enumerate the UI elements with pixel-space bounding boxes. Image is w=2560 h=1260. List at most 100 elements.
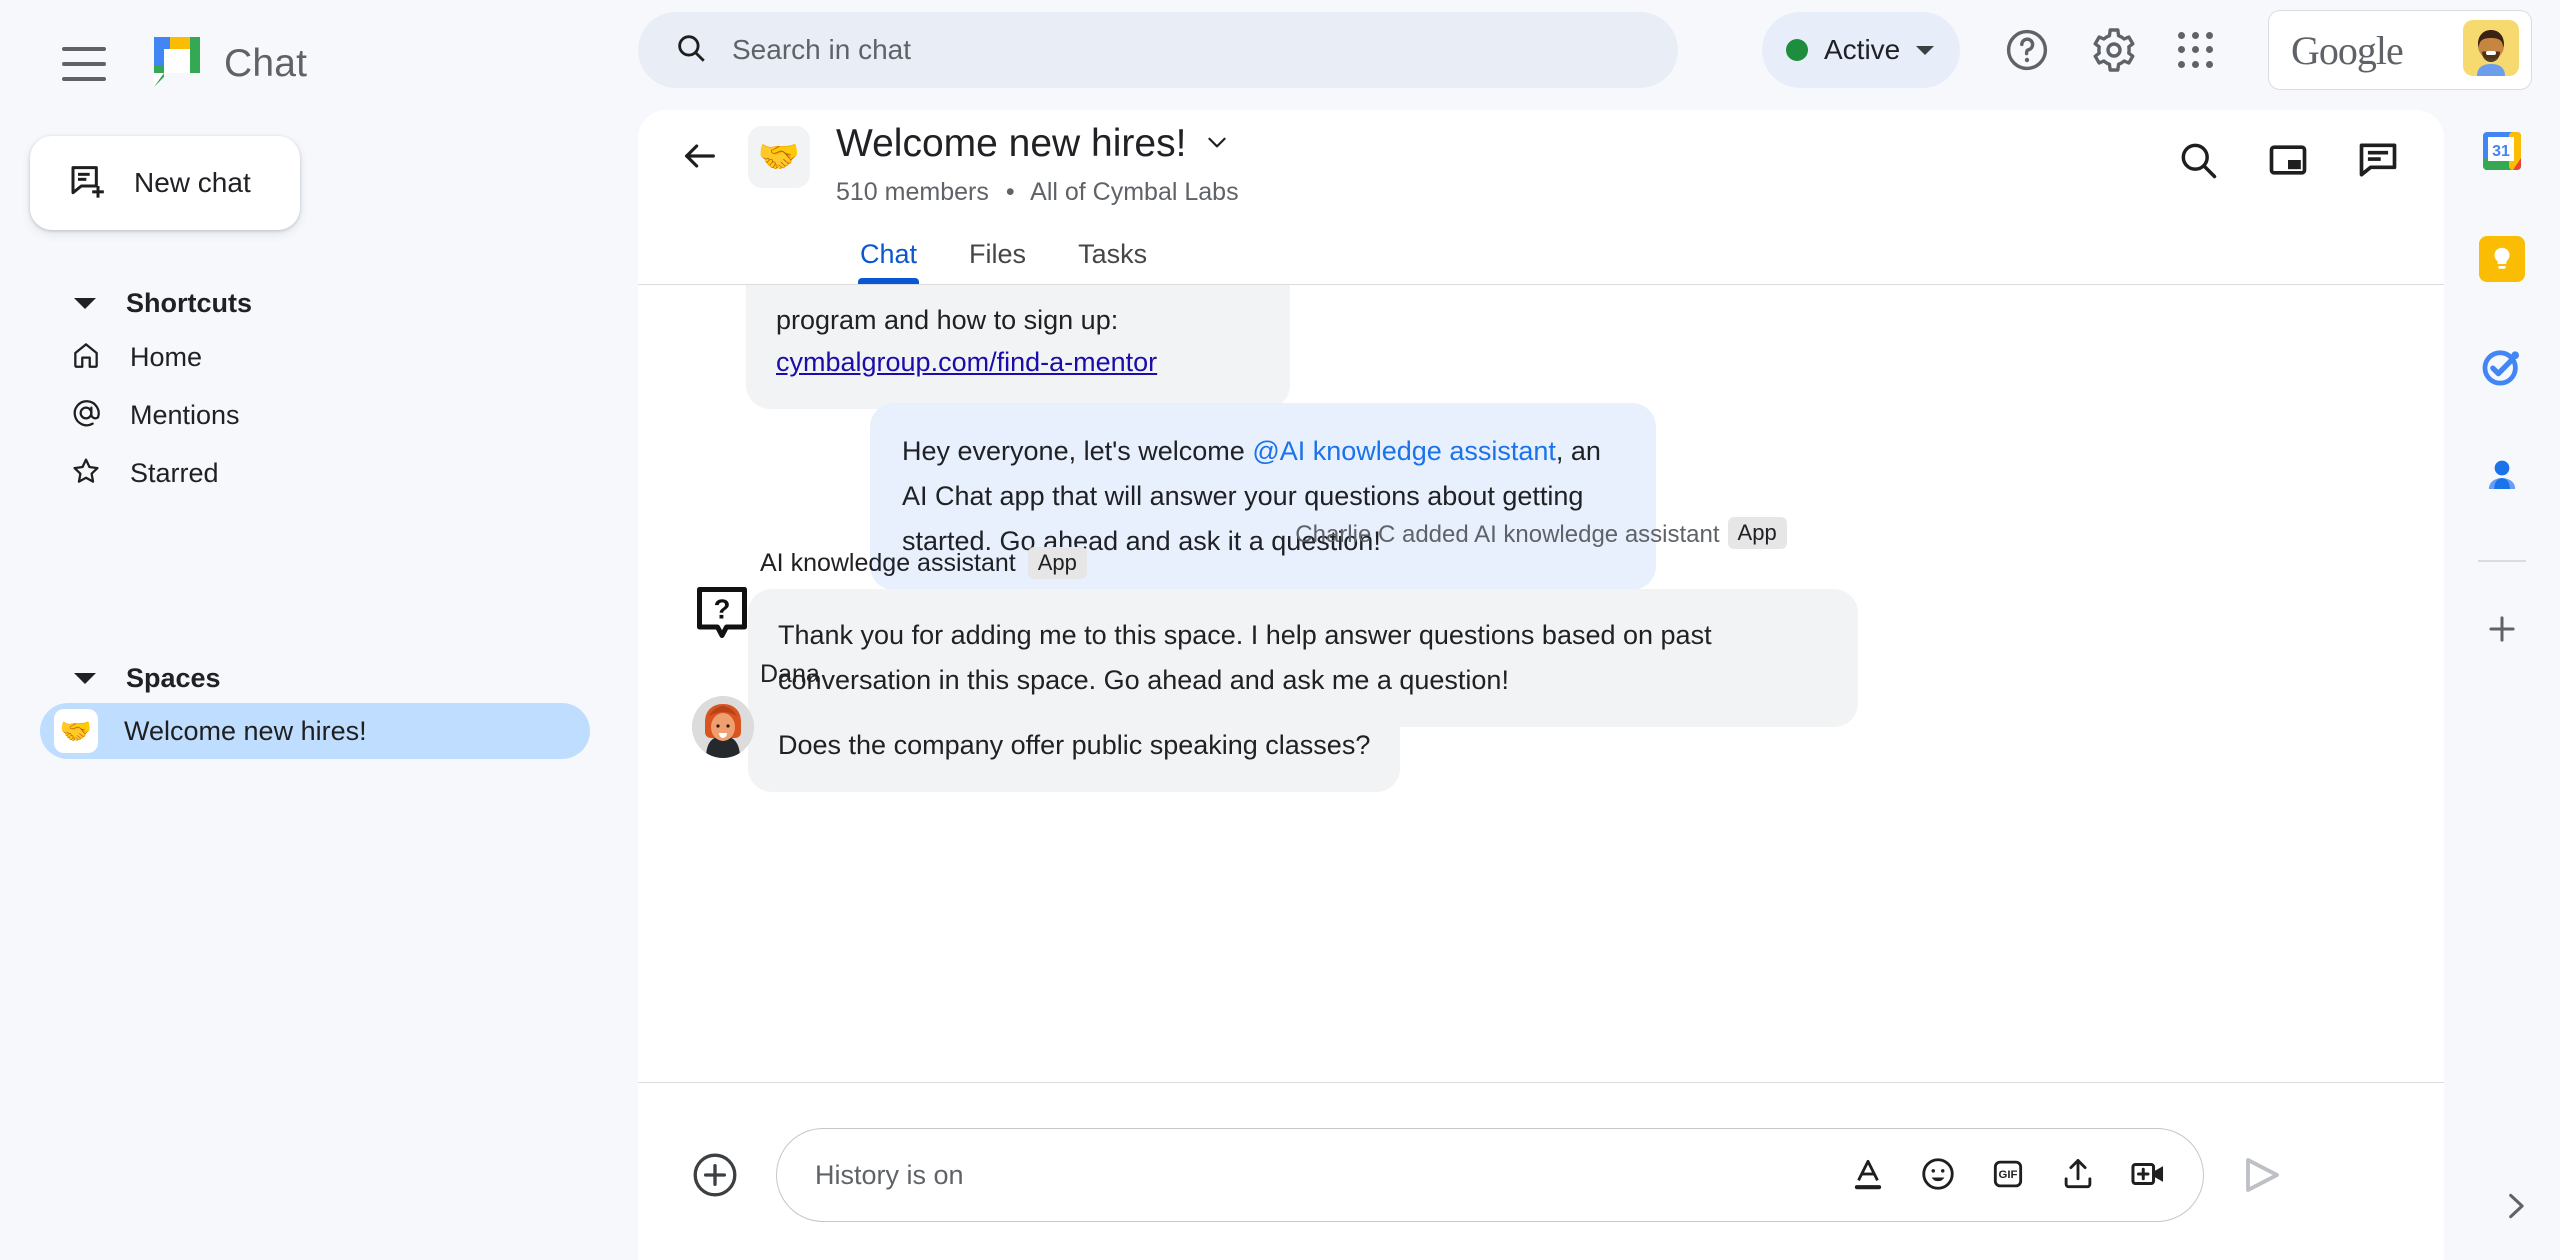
space-title-row[interactable]: Welcome new hires!: [836, 122, 1230, 166]
google-chat-window: Chat Active: [0, 0, 2560, 1260]
message-sender: Dana: [760, 660, 2444, 689]
chevron-down-icon[interactable]: [1204, 129, 1230, 160]
space-tabs: Chat Files Tasks: [638, 222, 2444, 284]
spaces-section-header[interactable]: Spaces: [0, 653, 638, 703]
plus-icon[interactable]: [2479, 606, 2525, 652]
message-bubble-clipped: program and how to sign up: cymbalgroup.…: [746, 285, 1290, 409]
sidebar-item-welcome-new-hires[interactable]: 🤝 Welcome new hires!: [40, 703, 590, 759]
status-dot-icon: [1786, 39, 1808, 61]
question-bubble-icon: ?: [697, 587, 747, 638]
new-chat-icon: [68, 161, 108, 206]
back-arrow-icon[interactable]: [680, 136, 720, 181]
mention-ai-knowledge-assistant[interactable]: @AI knowledge assistant: [1252, 436, 1556, 466]
google-wordmark: Google: [2291, 27, 2404, 73]
space-subtitle: 510 members • All of Cymbal Labs: [836, 178, 1239, 207]
handshake-icon: 🤝: [54, 709, 98, 753]
chevron-down-icon: [74, 672, 96, 684]
space-org: All of Cymbal Labs: [1030, 178, 1239, 206]
home-icon: [70, 339, 102, 376]
shortcuts-label: Shortcuts: [126, 287, 253, 318]
avatar: ?: [692, 583, 756, 647]
status-selector[interactable]: Active: [1762, 12, 1961, 88]
compose-toolbar: GIF: [1849, 1155, 2169, 1195]
svg-text:GIF: GIF: [1999, 1169, 2018, 1181]
app-title: Chat: [224, 42, 308, 85]
format-text-icon[interactable]: [1849, 1155, 1889, 1195]
plus-circle-icon[interactable]: [690, 1150, 740, 1200]
open-chat-thread-icon[interactable]: [2356, 138, 2400, 182]
avatar[interactable]: [2463, 19, 2519, 81]
emoji-icon[interactable]: [1919, 1155, 1959, 1195]
message-sender: AI knowledge assistant App: [760, 547, 2444, 579]
hamburger-menu-icon[interactable]: [62, 47, 106, 81]
app-badge: App: [1027, 547, 1087, 579]
message-input-box[interactable]: GIF: [776, 1128, 2204, 1222]
space-header-actions: [2176, 138, 2400, 182]
account-chip[interactable]: Google: [2268, 10, 2532, 90]
app-badge: App: [1727, 517, 1787, 549]
search-bar[interactable]: [638, 12, 1678, 88]
message-row-dana: Dana Does the company offer public speak…: [638, 660, 2444, 792]
picture-in-picture-icon[interactable]: [2266, 138, 2310, 182]
at-sign-icon: [70, 397, 102, 434]
user-avatar-dana: [692, 696, 754, 758]
google-calendar-icon[interactable]: 31: [2479, 128, 2525, 174]
send-icon[interactable]: [2238, 1151, 2286, 1199]
sender-name: AI knowledge assistant: [760, 548, 1016, 577]
new-chat-button[interactable]: New chat: [30, 136, 300, 230]
add-video-meeting-icon[interactable]: [2129, 1155, 2169, 1195]
spaces-label: Spaces: [126, 662, 221, 693]
member-count: 510 members: [836, 178, 989, 206]
message-text: Does the company offer public speaking c…: [778, 730, 1371, 760]
sidebar-item-label: Welcome new hires!: [124, 715, 367, 746]
sidebar-item-starred[interactable]: Starred: [0, 444, 638, 502]
compose-area: GIF: [638, 1110, 2444, 1240]
status-label: Active: [1824, 34, 1901, 65]
help-circle-icon[interactable]: [2003, 26, 2051, 74]
left-sidebar: New chat Shortcuts Home Mentions Starred…: [0, 128, 638, 1260]
new-chat-label: New chat: [134, 167, 251, 198]
welcome-prefix: Hey everyone, let's welcome: [902, 436, 1253, 466]
google-keep-icon[interactable]: [2479, 236, 2525, 282]
gear-icon[interactable]: [2090, 26, 2138, 74]
shortcuts-section-header[interactable]: Shortcuts: [0, 278, 638, 328]
star-icon: [70, 455, 102, 492]
tab-files[interactable]: Files: [943, 239, 1052, 284]
upload-file-icon[interactable]: [2059, 1155, 2099, 1195]
brand: Chat: [150, 35, 307, 93]
message-bubble: Does the company offer public speaking c…: [748, 699, 1401, 792]
google-chat-logo: [150, 35, 204, 93]
side-apps-rail: 31: [2444, 128, 2560, 1260]
sidebar-item-label: Starred: [130, 457, 219, 488]
svg-text:?: ?: [714, 594, 731, 625]
message-list[interactable]: program and how to sign up: cymbalgroup.…: [638, 285, 2444, 1025]
chevron-down-icon: [74, 297, 96, 309]
space-avatar: 🤝: [748, 126, 810, 188]
sidebar-item-home[interactable]: Home: [0, 328, 638, 386]
chevron-right-icon[interactable]: [2498, 1189, 2532, 1228]
rail-divider: [2478, 560, 2526, 562]
compose-divider: [638, 1082, 2444, 1083]
tab-tasks[interactable]: Tasks: [1052, 239, 1173, 284]
message-text: program and how to sign up:: [776, 305, 1119, 335]
mentor-program-link[interactable]: cymbalgroup.com/find-a-mentor: [776, 347, 1157, 377]
system-message-text: Charlie C added AI knowledge assistant: [1295, 521, 1720, 548]
main-panel: 🤝 Welcome new hires! 510 members • All o…: [638, 110, 2444, 1260]
apps-grid-icon[interactable]: [2178, 32, 2214, 68]
svg-text:31: 31: [2492, 143, 2510, 160]
space-header: 🤝 Welcome new hires! 510 members • All o…: [638, 110, 2444, 222]
search-icon[interactable]: [2176, 138, 2220, 182]
page-title: Welcome new hires!: [836, 122, 1187, 165]
google-tasks-icon[interactable]: [2479, 344, 2525, 390]
system-message: Charlie C added AI knowledge assistant Ap…: [638, 517, 2444, 549]
sender-name: Dana: [760, 660, 820, 688]
avatar: [692, 696, 756, 760]
sidebar-item-label: Mentions: [130, 399, 240, 430]
search-input[interactable]: [732, 34, 1592, 66]
gif-icon[interactable]: GIF: [1989, 1155, 2029, 1195]
sidebar-item-mentions[interactable]: Mentions: [0, 386, 638, 444]
google-contacts-icon[interactable]: [2479, 452, 2525, 498]
top-bar: Chat Active: [0, 0, 2560, 128]
tab-chat[interactable]: Chat: [834, 239, 943, 284]
message-input[interactable]: [815, 1159, 1875, 1191]
